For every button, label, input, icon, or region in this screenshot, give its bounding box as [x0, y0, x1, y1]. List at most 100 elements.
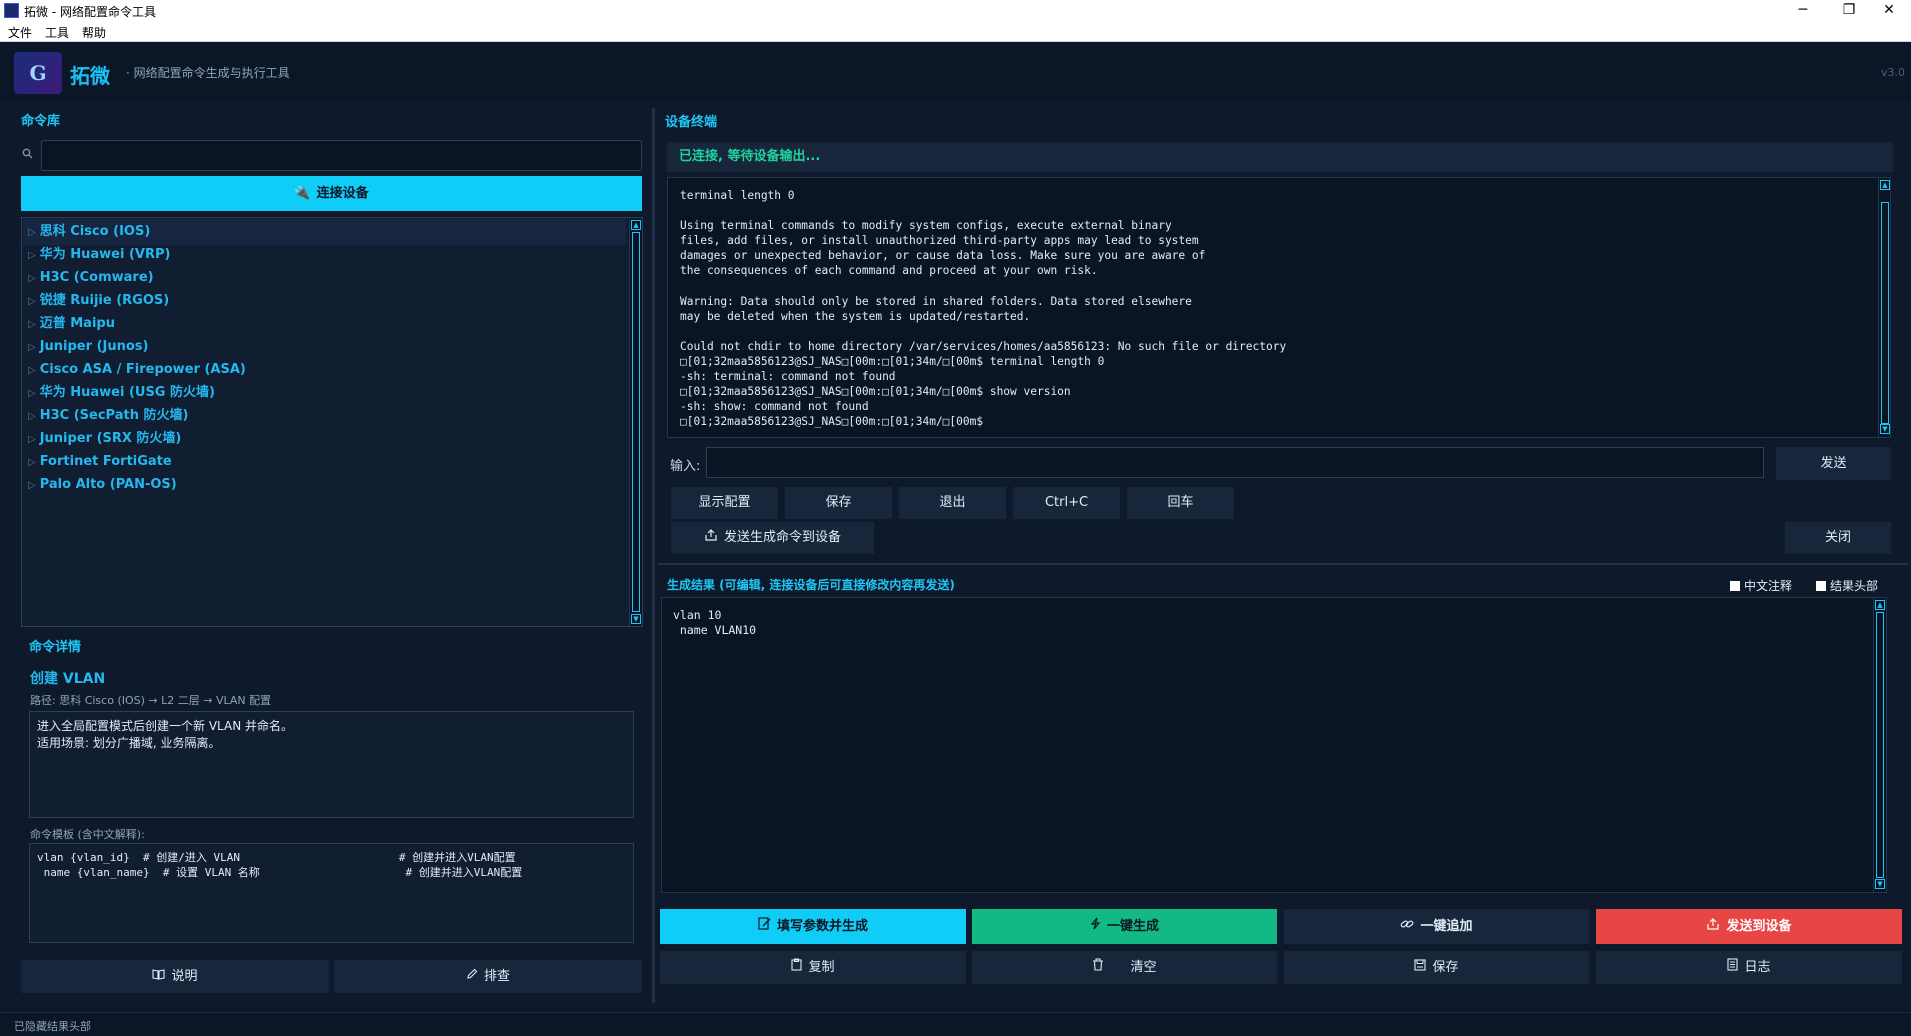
- save-icon: [1414, 951, 1427, 984]
- brand-subtitle: · 网络配置命令生成与执行工具: [126, 66, 290, 80]
- menu-tools[interactable]: 工具: [45, 24, 69, 41]
- template-label: 命令模板 (含中文解释):: [30, 828, 145, 841]
- section-divider[interactable]: [658, 563, 1908, 565]
- checkbox-box: [1816, 581, 1826, 591]
- edit-icon: [758, 909, 771, 944]
- explain-label: 说明: [171, 969, 198, 984]
- result-text: vlan 10 name VLAN10: [673, 608, 757, 637]
- connection-status: 已连接, 等待设备输出...: [667, 142, 1893, 172]
- menu-help[interactable]: 帮助: [82, 24, 106, 41]
- logo-icon: G: [14, 52, 62, 94]
- log-button[interactable]: 日志: [1596, 951, 1902, 984]
- enter-button[interactable]: 回车: [1127, 487, 1234, 519]
- troubleshoot-button[interactable]: 排查: [334, 960, 642, 993]
- minimize-button[interactable]: ─: [1780, 0, 1826, 22]
- checkbox-box: [1730, 581, 1740, 591]
- terminal-output[interactable]: terminal length 0 Using terminal command…: [667, 177, 1891, 438]
- brand-name: 拓微: [70, 64, 110, 88]
- save-result-label: 保存: [1432, 960, 1459, 975]
- fill-generate-label: 填写参数并生成: [776, 919, 868, 934]
- command-title: 创建 VLAN: [30, 671, 106, 687]
- send-button[interactable]: 发送: [1776, 447, 1891, 480]
- expand-arrow-icon: ▷: [28, 365, 36, 376]
- result-editor[interactable]: vlan 10 name VLAN10 ▲ ▼: [661, 597, 1887, 893]
- command-template[interactable]: vlan {vlan_id} # 创建/进入 VLAN # 创建并进入VLAN配…: [29, 843, 634, 943]
- send-generated-button[interactable]: 发送生成命令到设备: [671, 522, 874, 554]
- save-config-button[interactable]: 保存: [785, 487, 892, 519]
- terminal-scrollbar[interactable]: ▲ ▼: [1878, 178, 1890, 437]
- result-label: 生成结果 (可编辑, 连接设备后可直接修改内容再发送): [667, 578, 955, 592]
- search-icon: [22, 148, 34, 160]
- save-result-button[interactable]: 保存: [1284, 951, 1589, 984]
- panel-divider[interactable]: [652, 108, 655, 1003]
- scroll-down-icon[interactable]: ▼: [1880, 424, 1890, 434]
- scroll-thumb[interactable]: [632, 232, 640, 612]
- ctrl-c-button[interactable]: Ctrl+C: [1013, 487, 1120, 519]
- trash-icon: [1092, 951, 1104, 984]
- clipboard-icon: [791, 951, 803, 984]
- terminal-title: 设备终端: [665, 115, 718, 130]
- connect-device-button[interactable]: 🔌 连接设备: [21, 176, 642, 211]
- checkbox-label: 结果头部: [1830, 579, 1879, 593]
- tree-item-paloalto[interactable]: ▷ Palo Alto (PAN-OS): [28, 472, 177, 498]
- version-label: v3.0: [1880, 66, 1905, 79]
- result-header-checkbox[interactable]: 结果头部: [1816, 577, 1878, 594]
- close-window-button[interactable]: ✕: [1866, 0, 1911, 22]
- scroll-down-icon[interactable]: ▼: [1875, 879, 1885, 889]
- result-scrollbar[interactable]: ▲ ▼: [1873, 598, 1886, 892]
- send-to-device-label: 发送到设备: [1726, 919, 1792, 934]
- status-bar: 已隐藏结果头部: [0, 1012, 1911, 1036]
- scroll-up-icon[interactable]: ▲: [1875, 600, 1885, 610]
- input-label: 输入:: [670, 459, 701, 474]
- tree-scrollbar[interactable]: ▲ ▼: [629, 218, 642, 626]
- pencil-icon: [466, 960, 478, 993]
- window-title: 拓微 - 网络配置命令工具: [24, 5, 156, 19]
- scroll-up-icon[interactable]: ▲: [631, 220, 641, 230]
- expand-arrow-icon: ▷: [28, 227, 36, 238]
- log-icon: [1727, 951, 1739, 984]
- close-terminal-button[interactable]: 关闭: [1785, 522, 1891, 554]
- chinese-comment-checkbox[interactable]: 中文注释: [1730, 577, 1792, 594]
- command-path: 路径: 思科 Cisco (IOS) → L2 二层 → VLAN 配置: [30, 694, 272, 707]
- exit-button[interactable]: 退出: [899, 487, 1006, 519]
- send-to-device-button[interactable]: 发送到设备: [1596, 909, 1902, 944]
- show-config-button[interactable]: 显示配置: [671, 487, 778, 519]
- fill-generate-button[interactable]: 填写参数并生成: [660, 909, 966, 944]
- terminal-text: terminal length 0 Using terminal command…: [680, 189, 1287, 429]
- library-title: 命令库: [21, 114, 61, 129]
- troubleshoot-label: 排查: [483, 969, 510, 984]
- clear-label: 清空: [1130, 960, 1157, 975]
- lightning-icon: [1090, 909, 1101, 944]
- scroll-down-icon[interactable]: ▼: [631, 614, 641, 624]
- expand-arrow-icon: ▷: [28, 296, 36, 307]
- expand-arrow-icon: ▷: [28, 480, 36, 491]
- expand-arrow-icon: ▷: [28, 388, 36, 399]
- copy-button[interactable]: 复制: [660, 951, 966, 984]
- command-input[interactable]: [706, 447, 1764, 478]
- menu-file[interactable]: 文件: [8, 24, 32, 41]
- expand-arrow-icon: ▷: [28, 342, 36, 353]
- scroll-thumb[interactable]: [1876, 612, 1884, 878]
- expand-arrow-icon: ▷: [28, 434, 36, 445]
- scroll-thumb[interactable]: [1881, 202, 1889, 424]
- upload-icon: [1706, 909, 1720, 944]
- connect-device-label: 连接设备: [316, 186, 369, 201]
- status-text: 已隐藏结果头部: [14, 1020, 91, 1033]
- clear-button[interactable]: 清空: [972, 951, 1277, 984]
- expand-arrow-icon: ▷: [28, 411, 36, 422]
- upload-icon: [704, 522, 718, 554]
- one-click-append-label: 一键追加: [1420, 919, 1473, 934]
- one-click-generate-button[interactable]: 一键生成: [972, 909, 1277, 944]
- book-icon: [152, 960, 166, 993]
- vendor-tree: ▷ 思科 Cisco (IOS) ▷ 华为 Huawei (VRP) ▷ H3C (C…: [21, 217, 643, 627]
- scroll-up-icon[interactable]: ▲: [1880, 180, 1890, 190]
- one-click-append-button[interactable]: 一键追加: [1284, 909, 1589, 944]
- detail-section-title: 命令详情: [29, 640, 82, 655]
- plug-icon: 🔌: [294, 186, 311, 201]
- command-description[interactable]: 进入全局配置模式后创建一个新 VLAN 并命名。 适用场景: 划分广播域, 业务…: [29, 711, 634, 818]
- window-titlebar: 拓微 - 网络配置命令工具 ─ ❐ ✕: [0, 0, 1911, 22]
- expand-arrow-icon: ▷: [28, 457, 36, 468]
- expand-arrow-icon: ▷: [28, 319, 36, 330]
- explain-button[interactable]: 说明: [21, 960, 329, 993]
- search-input[interactable]: [41, 140, 642, 171]
